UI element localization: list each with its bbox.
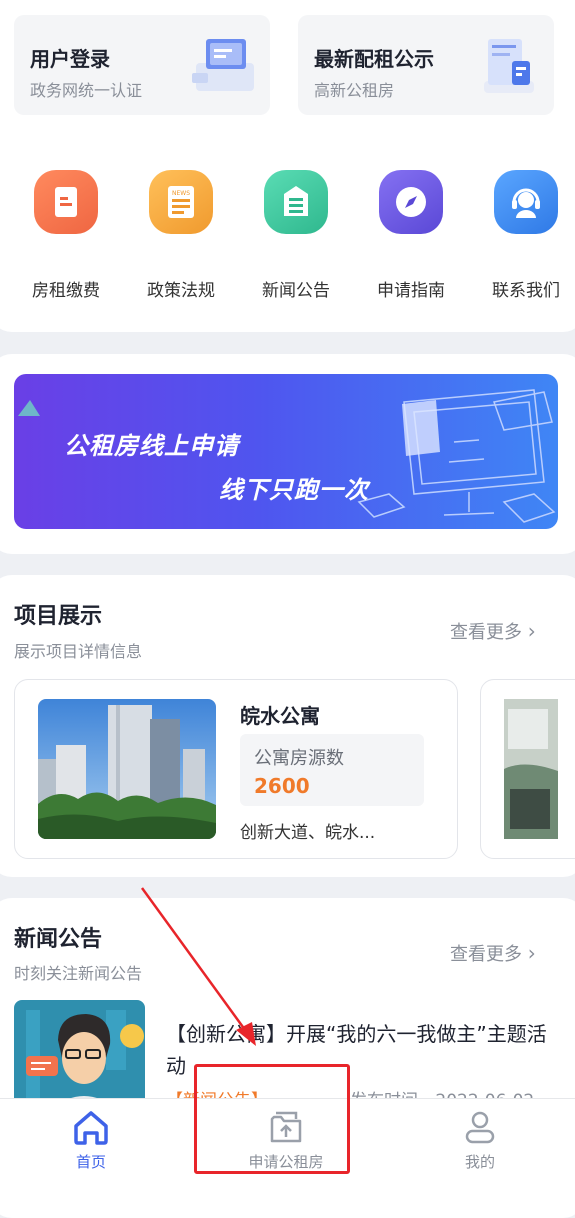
news-headline: 【创新公寓】开展“我的六一我做主”主题活动: [166, 1022, 547, 1078]
news-more-link[interactable]: 查看更多 ›: [450, 940, 536, 966]
computer-illustration-icon: [192, 39, 254, 91]
apply-folder-icon: [270, 1111, 302, 1143]
more-link-label: 查看更多: [450, 944, 522, 965]
chevron-right-icon: ›: [527, 619, 536, 643]
nav-home-label: 首页: [75, 1153, 106, 1171]
nav-home[interactable]: 首页: [31, 1099, 151, 1181]
menu-label: 申请指南: [377, 281, 445, 301]
more-link-label: 查看更多: [450, 622, 522, 643]
nav-mine-label: 我的: [464, 1153, 495, 1171]
nav-mine[interactable]: 我的: [420, 1099, 540, 1181]
projects-title: 项目展示: [14, 604, 103, 629]
project-name: 皖水公寓: [240, 704, 320, 728]
project-stat-label: 公寓房源数: [254, 748, 344, 769]
menu-label: 政策法规: [147, 281, 215, 301]
project-address: 创新大道、皖水...: [240, 823, 376, 843]
news-thumbnail: [14, 1000, 145, 1110]
latest-allocation-card[interactable]: 最新配租公示 高新公租房: [298, 15, 554, 115]
menu-label: 新闻公告: [262, 281, 330, 301]
project-photo: [504, 699, 558, 839]
nav-apply-label: 申请公租房: [248, 1153, 324, 1171]
user-login-subtitle: 政务网统一认证: [30, 81, 143, 100]
svg-text:NEWS: NEWS: [172, 190, 190, 197]
project-card-next[interactable]: [480, 679, 575, 859]
news-icon: NEWS: [149, 170, 213, 234]
document-icon: [34, 170, 98, 234]
banner-illustration-icon: [357, 389, 556, 523]
chevron-right-icon: ›: [527, 941, 536, 965]
news-subtitle: 时刻关注新闻公告: [14, 964, 143, 983]
promo-banner[interactable]: 公租房线上申请 线下只跑一次: [14, 374, 558, 529]
news-title: 新闻公告: [14, 927, 103, 952]
nav-apply[interactable]: 申请公租房: [226, 1099, 346, 1181]
corner-leaf-icon: [18, 400, 40, 416]
banner-line-2: 线下只跑一次: [219, 476, 369, 504]
project-card[interactable]: 皖水公寓 公寓房源数 2600 创新大道、皖水...: [14, 679, 458, 859]
bottom-nav: 首页 申请公租房 我的: [0, 1098, 575, 1181]
menu-label: 联系我们: [492, 281, 560, 301]
latest-allocation-subtitle: 高新公租房: [314, 81, 395, 100]
latest-allocation-title: 最新配租公示: [314, 47, 434, 71]
projects-subtitle: 展示项目详情信息: [14, 642, 143, 661]
user-login-title: 用户登录: [30, 47, 110, 71]
banner-line-1: 公租房线上申请: [64, 432, 239, 460]
clipboard-illustration-icon: [484, 39, 534, 93]
user-icon: [465, 1111, 495, 1144]
headset-icon: [494, 170, 558, 234]
user-login-card[interactable]: 用户登录 政务网统一认证: [14, 15, 270, 115]
project-stat-value: 2600: [254, 774, 310, 798]
project-stat-box: 公寓房源数 2600: [240, 734, 424, 806]
home-icon: [74, 1111, 108, 1145]
notice-icon: [264, 170, 328, 234]
project-photo: [38, 699, 216, 839]
menu-label: 房租缴费: [32, 281, 100, 301]
projects-more-link[interactable]: 查看更多 ›: [450, 618, 536, 644]
compass-icon: [379, 170, 443, 234]
